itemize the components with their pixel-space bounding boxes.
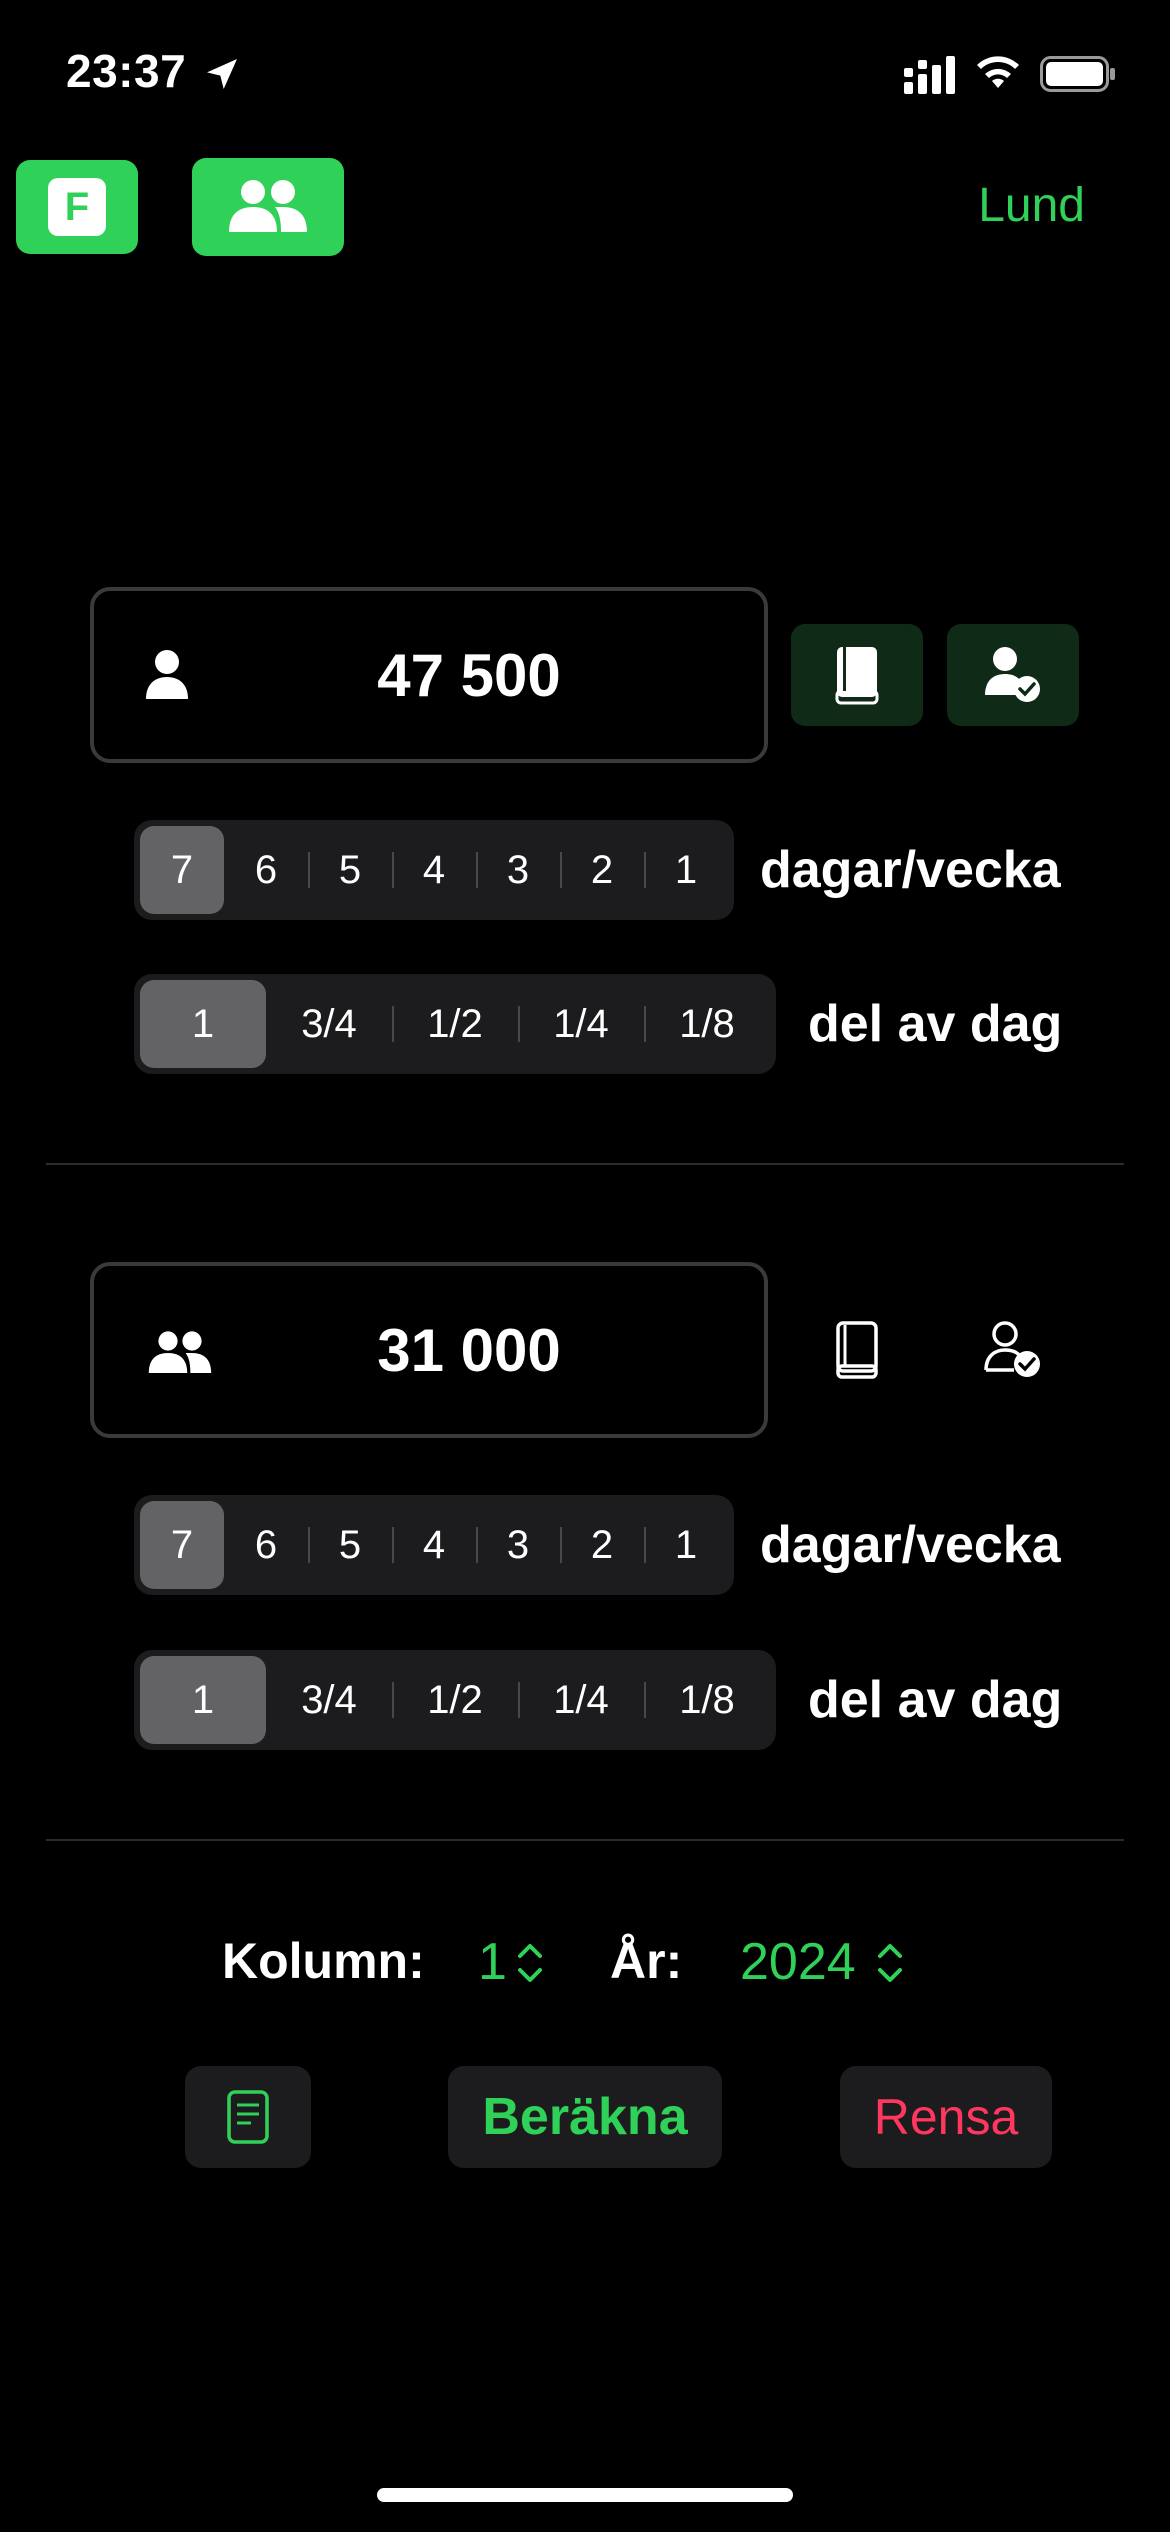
days-option[interactable]: 1	[644, 826, 728, 914]
days-option[interactable]: 7	[140, 1501, 224, 1589]
book-button-person1[interactable]	[791, 624, 923, 726]
fraction-option[interactable]: 1/4	[518, 1656, 644, 1744]
person-check-button-person2[interactable]	[947, 1299, 1079, 1401]
two-people-icon	[148, 1331, 212, 1373]
year-label: År:	[610, 1933, 683, 1989]
days-per-week-selector-person2[interactable]: 7 6 5 4 3 2 1	[134, 1495, 734, 1595]
book-icon	[835, 647, 879, 705]
person-check-button-person1[interactable]	[947, 624, 1079, 726]
income-field-person2[interactable]: 31 000	[90, 1262, 768, 1438]
fraction-option[interactable]: 1/8	[644, 980, 770, 1068]
section-divider	[46, 1163, 1124, 1165]
status-bar: 23:37	[0, 0, 1170, 150]
status-time: 23:37	[66, 45, 187, 97]
person-check-icon	[985, 647, 1040, 702]
battery-icon	[1040, 56, 1115, 92]
days-option[interactable]: 4	[392, 1501, 476, 1589]
fraction-option[interactable]: 1/2	[392, 1656, 518, 1744]
book-button-person2[interactable]	[791, 1299, 923, 1401]
chevron-up-down-icon	[878, 1944, 902, 1982]
days-option[interactable]: 7	[140, 826, 224, 914]
days-option[interactable]: 5	[308, 826, 392, 914]
year-picker[interactable]: 2024	[740, 1932, 856, 1992]
days-per-week-selector-person1[interactable]: 7 6 5 4 3 2 1	[134, 820, 734, 920]
document-icon	[227, 2090, 269, 2144]
kolumn-label: Kolumn:	[222, 1933, 425, 1989]
location-arrow-icon	[207, 59, 237, 89]
days-option[interactable]: 1	[644, 1501, 728, 1589]
picker-row: Kolumn: 1 År: 2024	[0, 1920, 1170, 2000]
group-button[interactable]	[192, 158, 344, 256]
income-value-person2: 31 000	[377, 1316, 561, 1384]
fraction-option[interactable]: 1	[140, 1656, 266, 1744]
clear-button[interactable]: Rensa	[840, 2066, 1052, 2168]
two-people-icon	[229, 180, 307, 232]
days-option[interactable]: 5	[308, 1501, 392, 1589]
fraction-option[interactable]: 1/4	[518, 980, 644, 1068]
f-button-label: F	[48, 178, 106, 236]
fraction-option[interactable]: 3/4	[266, 980, 392, 1068]
cellular-signal-icon	[904, 56, 955, 94]
chevron-up-down-icon	[518, 1944, 542, 1982]
days-option[interactable]: 3	[476, 1501, 560, 1589]
days-option[interactable]: 2	[560, 1501, 644, 1589]
fraction-option[interactable]: 3/4	[266, 1656, 392, 1744]
calculate-button[interactable]: Beräkna	[448, 2066, 722, 2168]
fraction-option[interactable]: 1/8	[644, 1656, 770, 1744]
income-value-person1: 47 500	[377, 641, 561, 709]
days-option[interactable]: 3	[476, 826, 560, 914]
days-label: dagar/vecka	[760, 841, 1061, 899]
kolumn-picker[interactable]: 1	[478, 1932, 507, 1992]
days-option[interactable]: 4	[392, 826, 476, 914]
section-divider	[46, 1839, 1124, 1841]
book-icon	[836, 1321, 878, 1379]
city-button[interactable]: Lund	[978, 178, 1085, 233]
person-check-icon	[984, 1321, 1040, 1377]
fraction-label: del av dag	[808, 995, 1063, 1053]
wifi-icon	[977, 56, 1019, 88]
home-indicator[interactable]	[377, 2488, 793, 2502]
income-field-person1[interactable]: 47 500	[90, 587, 768, 763]
person-icon	[146, 650, 188, 699]
days-label: dagar/vecka	[760, 1516, 1061, 1574]
fraction-of-day-selector-person1[interactable]: 1 3/4 1/2 1/4 1/8	[134, 974, 776, 1074]
document-button[interactable]	[185, 2066, 311, 2168]
fraction-of-day-selector-person2[interactable]: 1 3/4 1/2 1/4 1/8	[134, 1650, 776, 1750]
days-option[interactable]: 6	[224, 1501, 308, 1589]
days-option[interactable]: 2	[560, 826, 644, 914]
fraction-label: del av dag	[808, 1671, 1063, 1729]
fraction-option[interactable]: 1	[140, 980, 266, 1068]
fraction-option[interactable]: 1/2	[392, 980, 518, 1068]
days-option[interactable]: 6	[224, 826, 308, 914]
f-button[interactable]: F	[16, 160, 138, 254]
